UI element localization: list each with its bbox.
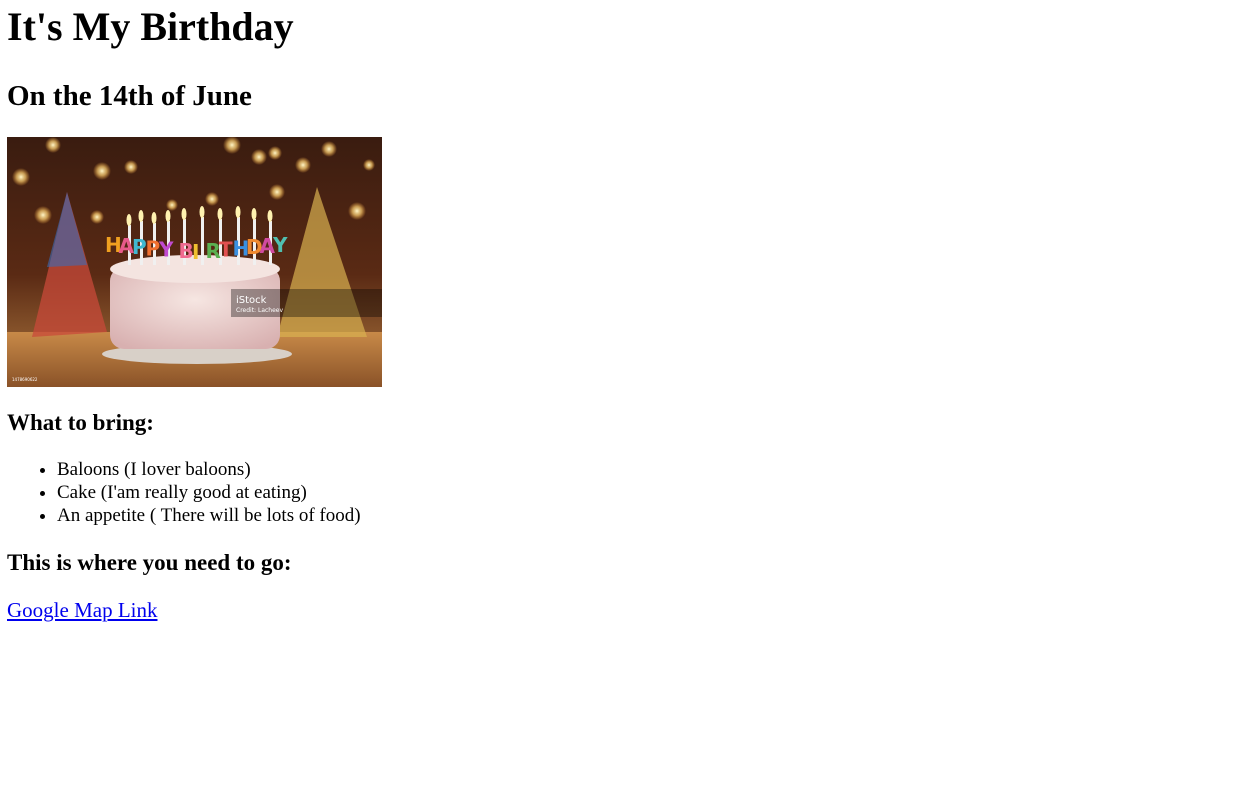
list-item: Baloons (I lover baloons) bbox=[57, 458, 1240, 481]
what-to-bring-heading: What to bring: bbox=[7, 410, 154, 435]
list-item: Cake (I'am really good at eating) bbox=[57, 481, 1240, 504]
page: It's My Birthday On the 14th of June H A… bbox=[0, 0, 1247, 622]
candle-letter: P bbox=[132, 235, 147, 259]
candle-letter: P bbox=[146, 236, 161, 260]
date-heading: On the 14th of June bbox=[7, 80, 252, 112]
photo-id: 1478690622 bbox=[12, 377, 38, 382]
google-map-link[interactable]: Google Map Link bbox=[7, 598, 157, 622]
bring-list: Baloons (I lover baloons) Cake (I'am rea… bbox=[7, 458, 1240, 527]
candle-letter: T bbox=[219, 238, 233, 262]
directions-heading: This is where you need to go: bbox=[7, 550, 292, 575]
candle-letter: Y bbox=[272, 233, 288, 257]
photo-credit: Credit: Lacheev bbox=[236, 307, 283, 314]
istock-watermark: iStock bbox=[236, 295, 267, 306]
page-title: It's My Birthday bbox=[7, 4, 294, 49]
candle-letter: I bbox=[192, 240, 199, 264]
list-item: An appetite ( There will be lots of food… bbox=[57, 504, 1240, 527]
birthday-cake-image: HAPPY BI RT HDAY iStock Credit: Lacheev 147… bbox=[7, 137, 382, 387]
candle-letter: Y bbox=[158, 238, 174, 262]
